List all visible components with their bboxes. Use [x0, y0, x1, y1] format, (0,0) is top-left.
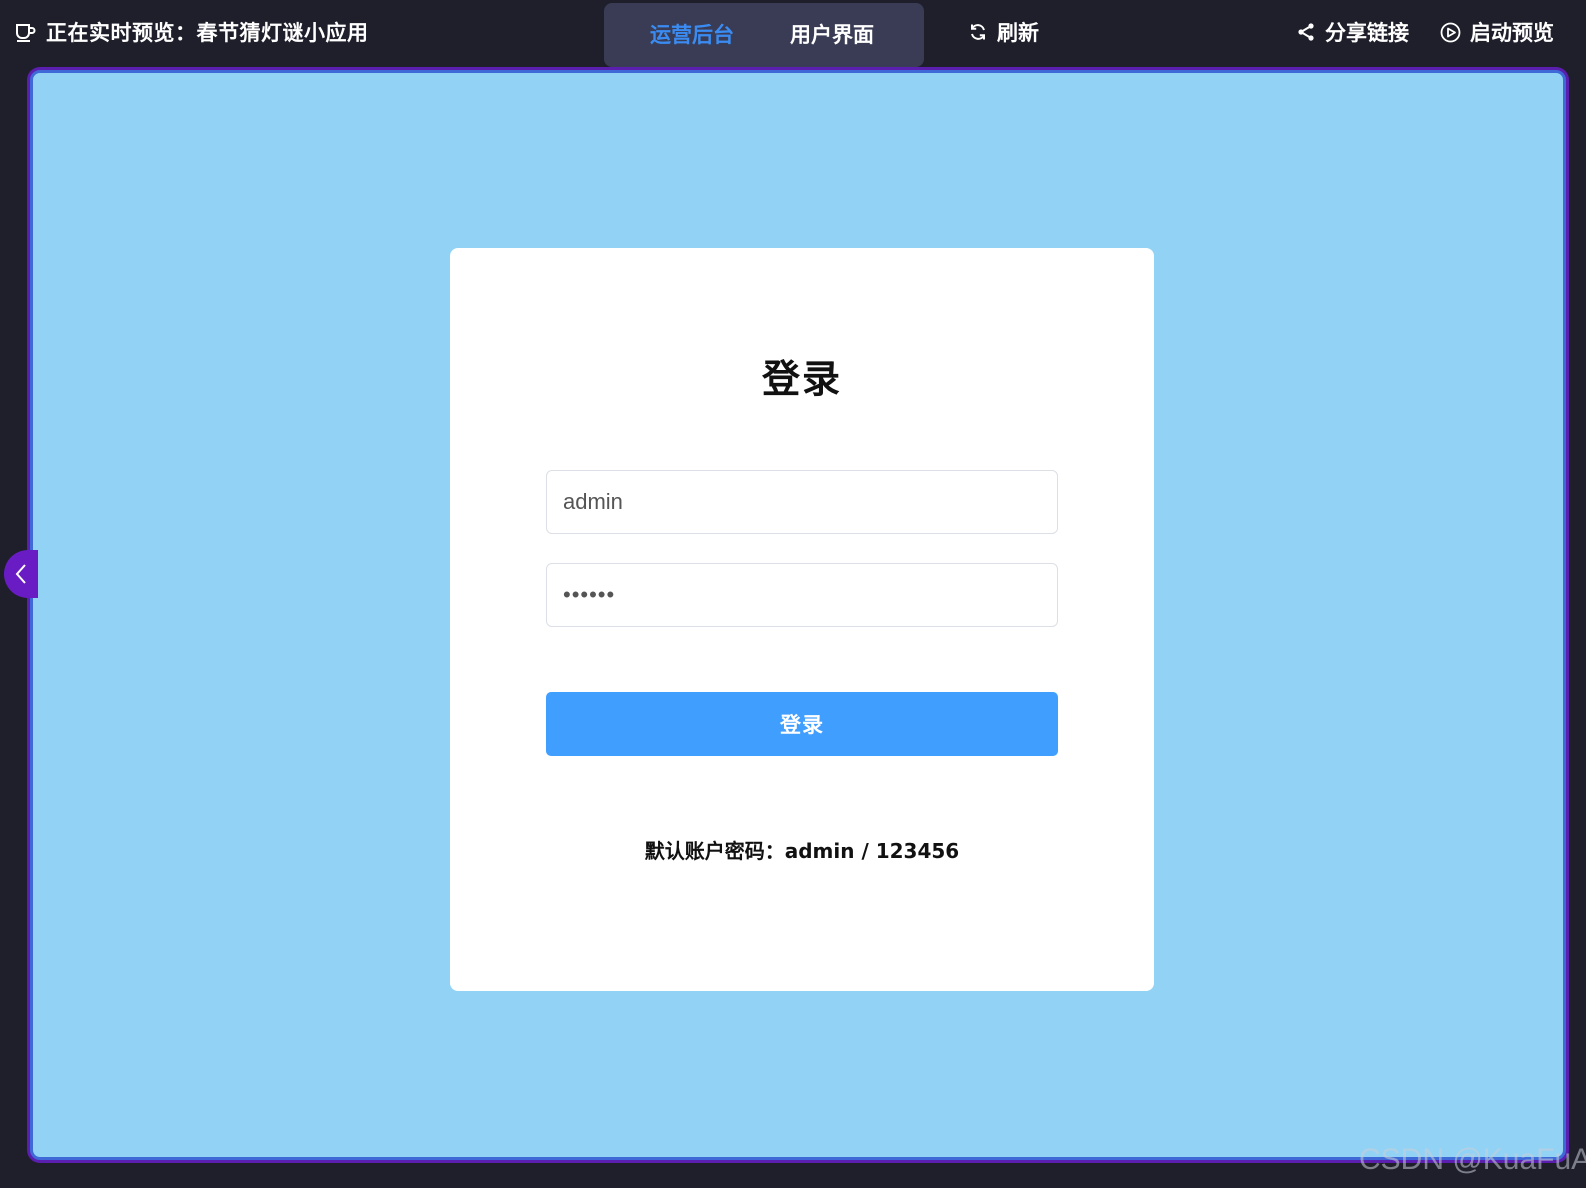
- cup-icon: [14, 21, 36, 43]
- login-button[interactable]: 登录: [546, 692, 1058, 756]
- chevron-left-icon: [14, 562, 28, 586]
- preview-title-text: 正在实时预览：春节猜灯谜小应用: [46, 21, 369, 45]
- launch-preview-label: 启动预览: [1470, 21, 1554, 45]
- login-card: 登录 登录 默认账户密码：admin / 123456: [450, 248, 1154, 991]
- share-icon: [1296, 22, 1316, 42]
- play-circle-icon: [1440, 22, 1461, 43]
- refresh-button[interactable]: 刷新: [968, 17, 1039, 47]
- preview-title: 正在实时预览：春节猜灯谜小应用: [14, 17, 369, 47]
- preview-toolbar: 正在实时预览：春节猜灯谜小应用 运营后台 用户界面 刷新 分享链接 启动预览: [0, 0, 1586, 67]
- watermark: CSDN @KuaFuAI: [1359, 1143, 1586, 1176]
- share-link-button[interactable]: 分享链接: [1296, 17, 1409, 47]
- refresh-icon: [968, 22, 988, 42]
- tab-user-interface[interactable]: 用户界面: [790, 19, 874, 51]
- tab-ops-backend[interactable]: 运营后台: [650, 19, 734, 51]
- password-input[interactable]: [546, 563, 1058, 627]
- share-label: 分享链接: [1325, 21, 1409, 45]
- username-input[interactable]: [546, 470, 1058, 534]
- default-credentials-hint: 默认账户密码：admin / 123456: [644, 839, 960, 863]
- launch-preview-button[interactable]: 启动预览: [1440, 17, 1554, 47]
- login-title: 登录: [761, 357, 842, 401]
- collapse-panel-handle[interactable]: [4, 550, 38, 598]
- refresh-label: 刷新: [997, 21, 1039, 45]
- preview-frame: 登录 登录 默认账户密码：admin / 123456: [30, 70, 1566, 1160]
- view-tab-group: 运营后台 用户界面: [604, 3, 924, 67]
